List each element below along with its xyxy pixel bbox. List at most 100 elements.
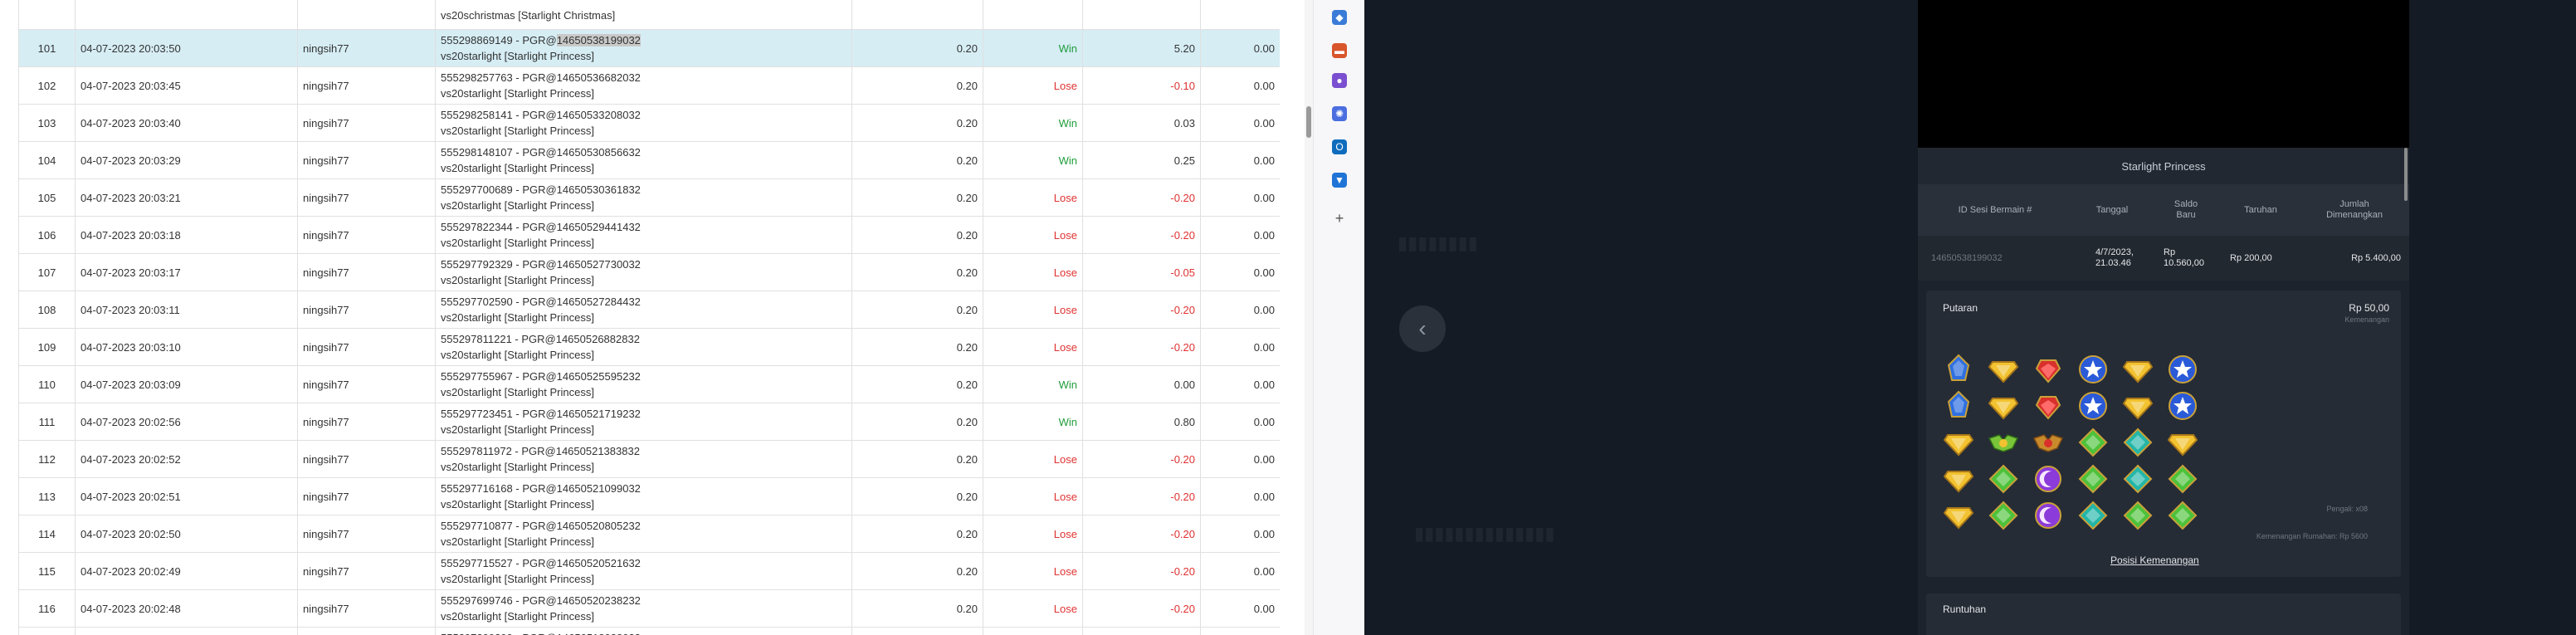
green-gem-icon: [2077, 427, 2109, 458]
row-win: -0.20: [1082, 552, 1201, 590]
table-row[interactable]: 102 04-07-2023 20:03:45 ningsih77 555298257…: [18, 66, 1280, 105]
game-name: vs20starlight [Starlight Princess]: [441, 498, 594, 510]
background-ghost-text: ▮▮▮▮▮▮▮▮: [1398, 232, 1478, 253]
game-name: vs20starlight [Starlight Princess]: [441, 162, 594, 174]
row-win: -0.05: [1082, 253, 1201, 291]
table-row[interactable]: 110 04-07-2023 20:03:09 ningsih77 555297755…: [18, 365, 1280, 403]
panel-scrollbar[interactable]: [2404, 148, 2408, 201]
row-number: 114: [18, 515, 76, 553]
table-row[interactable]: 109 04-07-2023 20:03:10 ningsih77 555297811…: [18, 328, 1280, 366]
row-bet: 0.20: [851, 29, 983, 67]
atom-icon[interactable]: ✺: [1332, 106, 1347, 121]
row-bet: 0.20: [851, 589, 983, 628]
row-game-info: 555297716168 - PGR@14650521099032 vs20sta…: [435, 477, 852, 515]
row-result: Lose: [983, 515, 1083, 553]
cascade-card: Runtuhan: [1926, 593, 2401, 635]
row-user: ningsih77: [297, 141, 436, 179]
row-extra: 0.00: [1200, 627, 1280, 635]
table-row[interactable]: 104 04-07-2023 20:03:29 ningsih77 555298148…: [18, 141, 1280, 179]
row-game-info: 555297700689 - PGR@14650530361832 vs20sta…: [435, 178, 852, 217]
table-row[interactable]: 101 04-07-2023 20:03:50 ningsih77 555298869…: [18, 29, 1280, 67]
background-ghost-text: ▮▮▮▮▮▮▮▮▮▮▮▮▮▮: [1414, 523, 1555, 544]
table-row[interactable]: 115 04-07-2023 20:02:49 ningsih77 555297715…: [18, 552, 1280, 590]
star-gem-icon: [2077, 390, 2109, 422]
table-row[interactable]: 111 04-07-2023 20:02:56 ningsih77 555297723…: [18, 403, 1280, 441]
table-row[interactable]: 11704-07-2023 20:02:47ningsih77555297209…: [18, 627, 1280, 635]
table-row-partial[interactable]: vs20schristmas [Starlight Christmas]: [18, 0, 1280, 30]
row-user: ningsih77: [297, 440, 436, 478]
row-result: Win: [983, 141, 1083, 179]
row-game-info: 555298869149 - PGR@14650538199032 vs20sta…: [435, 29, 852, 67]
transaction-id: 555298148107 - PGR@14650530856632: [441, 144, 846, 160]
row-bet: 0.20: [851, 627, 983, 635]
table-row[interactable]: 113 04-07-2023 20:02:51 ningsih77 555297716…: [18, 477, 1280, 515]
history-row[interactable]: 14650538199032 4/7/2023, 21.03.46 Rp 10.56…: [1918, 236, 2409, 281]
transaction-id-text: 555297710877 - PGR@14650520805232: [441, 520, 641, 532]
shopping-cart-icon[interactable]: ▼: [1332, 173, 1347, 188]
row-result: Lose: [983, 253, 1083, 291]
table-row[interactable]: 103 04-07-2023 20:03:40 ningsih77 555298258…: [18, 104, 1280, 142]
add-icon[interactable]: +: [1332, 210, 1347, 227]
toolbox-icon[interactable]: ▬: [1332, 43, 1347, 58]
row-user: ningsih77: [297, 291, 436, 329]
star-gem-icon: [2167, 390, 2198, 422]
back-button[interactable]: ‹: [1399, 305, 1446, 352]
row-time: 04-07-2023 20:03:11: [75, 291, 298, 329]
people-icon[interactable]: ●: [1332, 73, 1347, 88]
transaction-id-text: 555297209390 - PGR@14650518988032: [441, 632, 641, 635]
row-win: -0.10: [1082, 66, 1201, 105]
lime-gem-icon: [1988, 427, 2019, 458]
table-row[interactable]: 116 04-07-2023 20:02:48 ningsih77 555297699…: [18, 589, 1280, 628]
row-result: Win: [983, 627, 1083, 635]
chevron-left-icon: ‹: [1418, 315, 1427, 341]
browser-sidebar: ◆ ▬ ● ✺ O ▼ +: [1313, 0, 1365, 635]
table-row[interactable]: 106 04-07-2023 20:03:18 ningsih77 555297822…: [18, 216, 1280, 254]
scrollbar-thumb[interactable]: [1306, 106, 1311, 138]
row-win: -0.20: [1082, 291, 1201, 329]
game-name: vs20starlight [Starlight Princess]: [441, 125, 594, 137]
table-scrollbar[interactable]: [1305, 0, 1313, 635]
panel-title: Starlight Princess: [1918, 148, 2409, 184]
table-row[interactable]: 105 04-07-2023 20:03:21 ningsih77 555297700…: [18, 178, 1280, 217]
transaction-id: 555298257763 - PGR@14650536682032: [441, 70, 846, 85]
row-time: 04-07-2023 20:03:29: [75, 141, 298, 179]
row-number: 101: [18, 29, 76, 67]
green-gem-icon: [2167, 500, 2198, 531]
history-won: Rp 5.400,00: [2351, 252, 2401, 263]
teal-gem-icon: [2122, 427, 2154, 458]
col-won: Jumlah Dimenangkan: [2326, 199, 2383, 220]
teal-gem-icon: [2122, 463, 2154, 495]
row-time: 04-07-2023 20:02:48: [75, 589, 298, 628]
table-row[interactable]: 114 04-07-2023 20:02:50 ningsih77 555297710…: [18, 515, 1280, 553]
green-gem-icon: [2167, 463, 2198, 495]
table-row[interactable]: 112 04-07-2023 20:02:52 ningsih77 555297811…: [18, 440, 1280, 478]
row-game-info: 555297822344 - PGR@14650529441432 vs20sta…: [435, 216, 852, 254]
transaction-id: 555297702590 - PGR@14650527284432: [441, 294, 846, 310]
transaction-id-text: 555297792329 - PGR@14650527730032: [441, 258, 641, 271]
row-game-info: 555297715527 - PGR@14650520521632 vs20sta…: [435, 552, 852, 590]
row-result: Lose: [983, 66, 1083, 105]
row-extra: 0.00: [1200, 29, 1280, 67]
row-game-info: 555297792329 - PGR@14650527730032 vs20sta…: [435, 253, 852, 291]
row-result: Lose: [983, 291, 1083, 329]
col-balance: Saldo Baru: [2174, 199, 2198, 220]
row-number: 112: [18, 440, 76, 478]
row-time: 04-07-2023 20:03:18: [75, 216, 298, 254]
game-name: vs20starlight [Starlight Princess]: [441, 87, 594, 100]
transaction-id-text: 555297723451 - PGR@14650521719232: [441, 408, 641, 420]
game-name: vs20starlight [Starlight Princess]: [441, 237, 594, 249]
row-user: ningsih77: [297, 29, 436, 67]
table-row[interactable]: 108 04-07-2023 20:03:11 ningsih77 555297702…: [18, 291, 1280, 329]
transaction-id: 555297723451 - PGR@14650521719232: [441, 406, 846, 422]
blue-gem-icon: [1943, 354, 1974, 385]
red-gem-icon: [2032, 354, 2064, 385]
row-win: -0.20: [1082, 216, 1201, 254]
row-extra: 0.00: [1200, 440, 1280, 478]
transaction-id-selected: 14650538199032: [556, 34, 641, 46]
outlook-icon[interactable]: O: [1332, 139, 1347, 154]
table-row[interactable]: 107 04-07-2023 20:03:17 ningsih77 555297792…: [18, 253, 1280, 291]
row-number: 105: [18, 178, 76, 217]
tag-icon[interactable]: ◆: [1332, 10, 1347, 25]
col-session-id: ID Sesi Bermain #: [1958, 204, 2032, 215]
win-position-link[interactable]: Posisi Kemenangan: [2110, 554, 2199, 566]
